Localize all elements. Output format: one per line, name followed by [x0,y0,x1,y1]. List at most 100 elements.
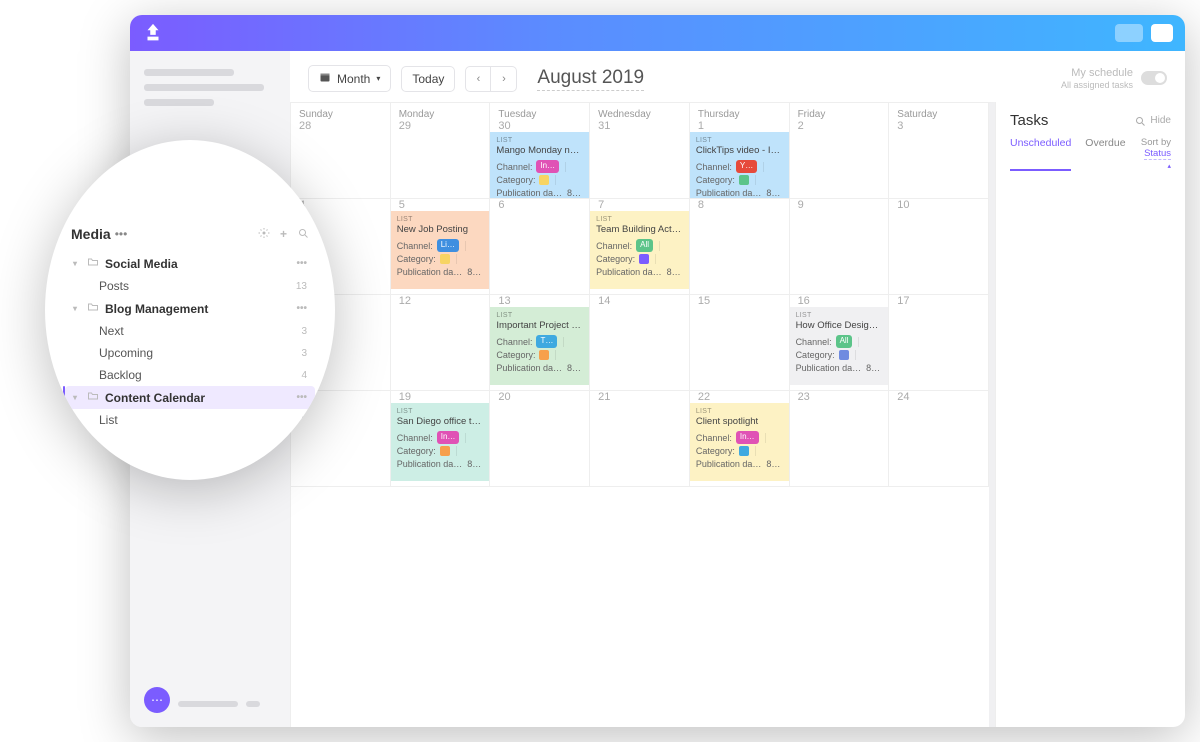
hide-panel-button[interactable]: Hide [1134,115,1171,127]
window-control-a[interactable] [1115,24,1143,42]
channel-tag: All [636,239,653,252]
chat-placeholder [246,701,260,707]
task-card[interactable]: ListTeam Building ActivitiChannel: AllCa… [590,211,689,289]
folder-item[interactable]: ▾Blog Management••• [71,297,309,320]
calendar-cell[interactable]: 13ListImportant Project MarChannel: T…Ca… [490,295,590,391]
my-schedule-toggle[interactable] [1141,71,1167,85]
list-item[interactable]: List8 [71,409,309,431]
calendar-cell[interactable]: 6 [490,199,590,295]
search-icon[interactable] [297,227,309,242]
calendar-cell[interactable]: Friday2 [790,103,890,199]
calendar-cell[interactable]: 24 [889,391,989,487]
calendar-cell[interactable]: 15 [690,295,790,391]
category-row: Category: [596,253,683,265]
more-icon[interactable]: ••• [296,303,307,314]
channel-tag: Li… [437,239,459,252]
space-more-icon[interactable]: ••• [115,227,128,241]
calendar-cell[interactable]: Saturday3 [889,103,989,199]
calendar-cell[interactable]: Tuesday30ListMango Monday new eChannel: … [490,103,590,199]
list-name: Backlog [99,368,142,382]
more-icon[interactable]: ••• [296,392,307,403]
hide-label: Hide [1150,115,1171,126]
list-name: Posts [99,279,129,293]
task-card[interactable]: ListClickTips video - Inbo Channel: Y…Cat… [690,132,789,199]
task-card[interactable]: ListNew Job PostingChannel: Li…Category:… [391,211,490,289]
tab-unscheduled[interactable]: Unscheduled [1010,137,1071,171]
calendar-cell[interactable]: Thursday1ListClickTips video - InboChann… [690,103,790,199]
gear-icon[interactable] [258,227,270,242]
calendar-cell[interactable]: 12 [391,295,491,391]
list-item[interactable]: Next3 [71,320,309,342]
channel-row: Channel: All [596,239,683,252]
channel-row: Channel: In… [696,431,783,444]
task-title: ClickTips video - Inbo [696,145,783,158]
tasks-panel: Tasks Hide Unscheduled Overdue Sort by S… [995,102,1185,727]
day-header: Sunday [291,103,390,120]
calendar-cell[interactable]: 10 [889,199,989,295]
today-label: Today [412,72,444,86]
list-count: 3 [301,348,307,359]
channel-row: Channel: T… [496,335,583,348]
calendar-cell[interactable]: Wednesday31 [590,103,690,199]
category-row: Category: [397,253,484,265]
calendar-cell[interactable]: 16ListHow Office Design imChannel: AllCa… [790,295,890,391]
folder-item[interactable]: ▾Content Calendar••• [65,386,315,409]
window-control-b[interactable] [1151,24,1173,42]
view-dropdown[interactable]: Month ▾ [308,65,391,92]
day-header: Wednesday [590,103,689,120]
calendar-cell[interactable]: 17 [889,295,989,391]
chat-icon[interactable]: ⋯ [144,687,170,713]
calendar-grid[interactable]: Sunday28Monday29Tuesday30ListMango Monda… [290,102,995,727]
sort-control[interactable]: Sort by Status ▴ [1140,137,1171,171]
day-number: 28 [291,120,390,136]
task-card[interactable]: ListClient spotlightChannel: In…Category… [690,403,789,481]
task-title: New Job Posting [397,224,484,237]
calendar-cell[interactable]: 9 [790,199,890,295]
calendar-grid-wrap: Sunday28Monday29Tuesday30ListMango Monda… [290,102,1185,727]
channel-row: Channel: In… [496,160,583,173]
calendar-cell[interactable]: 14 [590,295,690,391]
tasks-panel-title: Tasks [1010,112,1048,129]
calendar-cell[interactable]: 8 [690,199,790,295]
tab-overdue[interactable]: Overdue [1085,137,1125,171]
month-title: August 2019 [537,67,644,91]
day-header: Tuesday [490,103,589,120]
list-label: List [696,136,783,145]
sort-value: Status [1144,148,1171,160]
list-name: List [99,413,118,427]
task-card[interactable]: ListHow Office Design imChannel: AllCate… [790,307,889,385]
category-swatch [440,446,450,456]
day-number: 1 [690,120,789,132]
calendar-cell[interactable]: 21 [590,391,690,487]
channel-row: Channel: Li… [397,239,484,252]
calendar-cell[interactable]: 23 [790,391,890,487]
calendar-cell[interactable]: 19ListSan Diego office tourChannel: In…C… [391,391,491,487]
prev-month-button[interactable]: ‹ [465,66,491,92]
folder-item[interactable]: ▾Social Media••• [71,252,309,275]
task-card[interactable]: ListImportant Project MarChannel: T…Cate… [490,307,589,385]
task-card[interactable]: ListMango Monday new eChannel: In…Catego… [490,132,589,199]
list-item[interactable]: Posts13 [71,275,309,297]
category-row: Category: [696,174,783,186]
calendar-cell[interactable]: 22ListClient spotlightChannel: In…Catego… [690,391,790,487]
plus-icon[interactable]: + [280,227,287,242]
calendar-cell[interactable]: 20 [490,391,590,487]
more-icon[interactable]: ••• [296,258,307,269]
calendar-cell[interactable]: 7ListTeam Building ActivitiChannel: AllC… [590,199,690,295]
sidebar-placeholder [144,69,234,76]
calendar-cell[interactable]: Monday29 [391,103,491,199]
list-count: 4 [301,370,307,381]
list-label: List [496,311,583,320]
category-row: Category: [496,174,583,186]
list-item[interactable]: Backlog 4 [71,364,309,386]
list-item[interactable]: Upcoming3 [71,342,309,364]
calendar-cell[interactable]: 5ListNew Job PostingChannel: Li…Category… [391,199,491,295]
pubdate-row: Publication da… 8… [596,266,683,278]
today-button[interactable]: Today [401,66,455,92]
pubdate-row: Publication da… 8… [496,362,583,374]
calendar-cell[interactable]: Sunday28 [291,103,391,199]
channel-row: Channel: Y… [696,160,783,173]
task-card[interactable]: ListSan Diego office tourChannel: In…Cat… [391,403,490,481]
next-month-button[interactable]: › [491,66,517,92]
pubdate-row: Publication da… 8… [696,458,783,470]
